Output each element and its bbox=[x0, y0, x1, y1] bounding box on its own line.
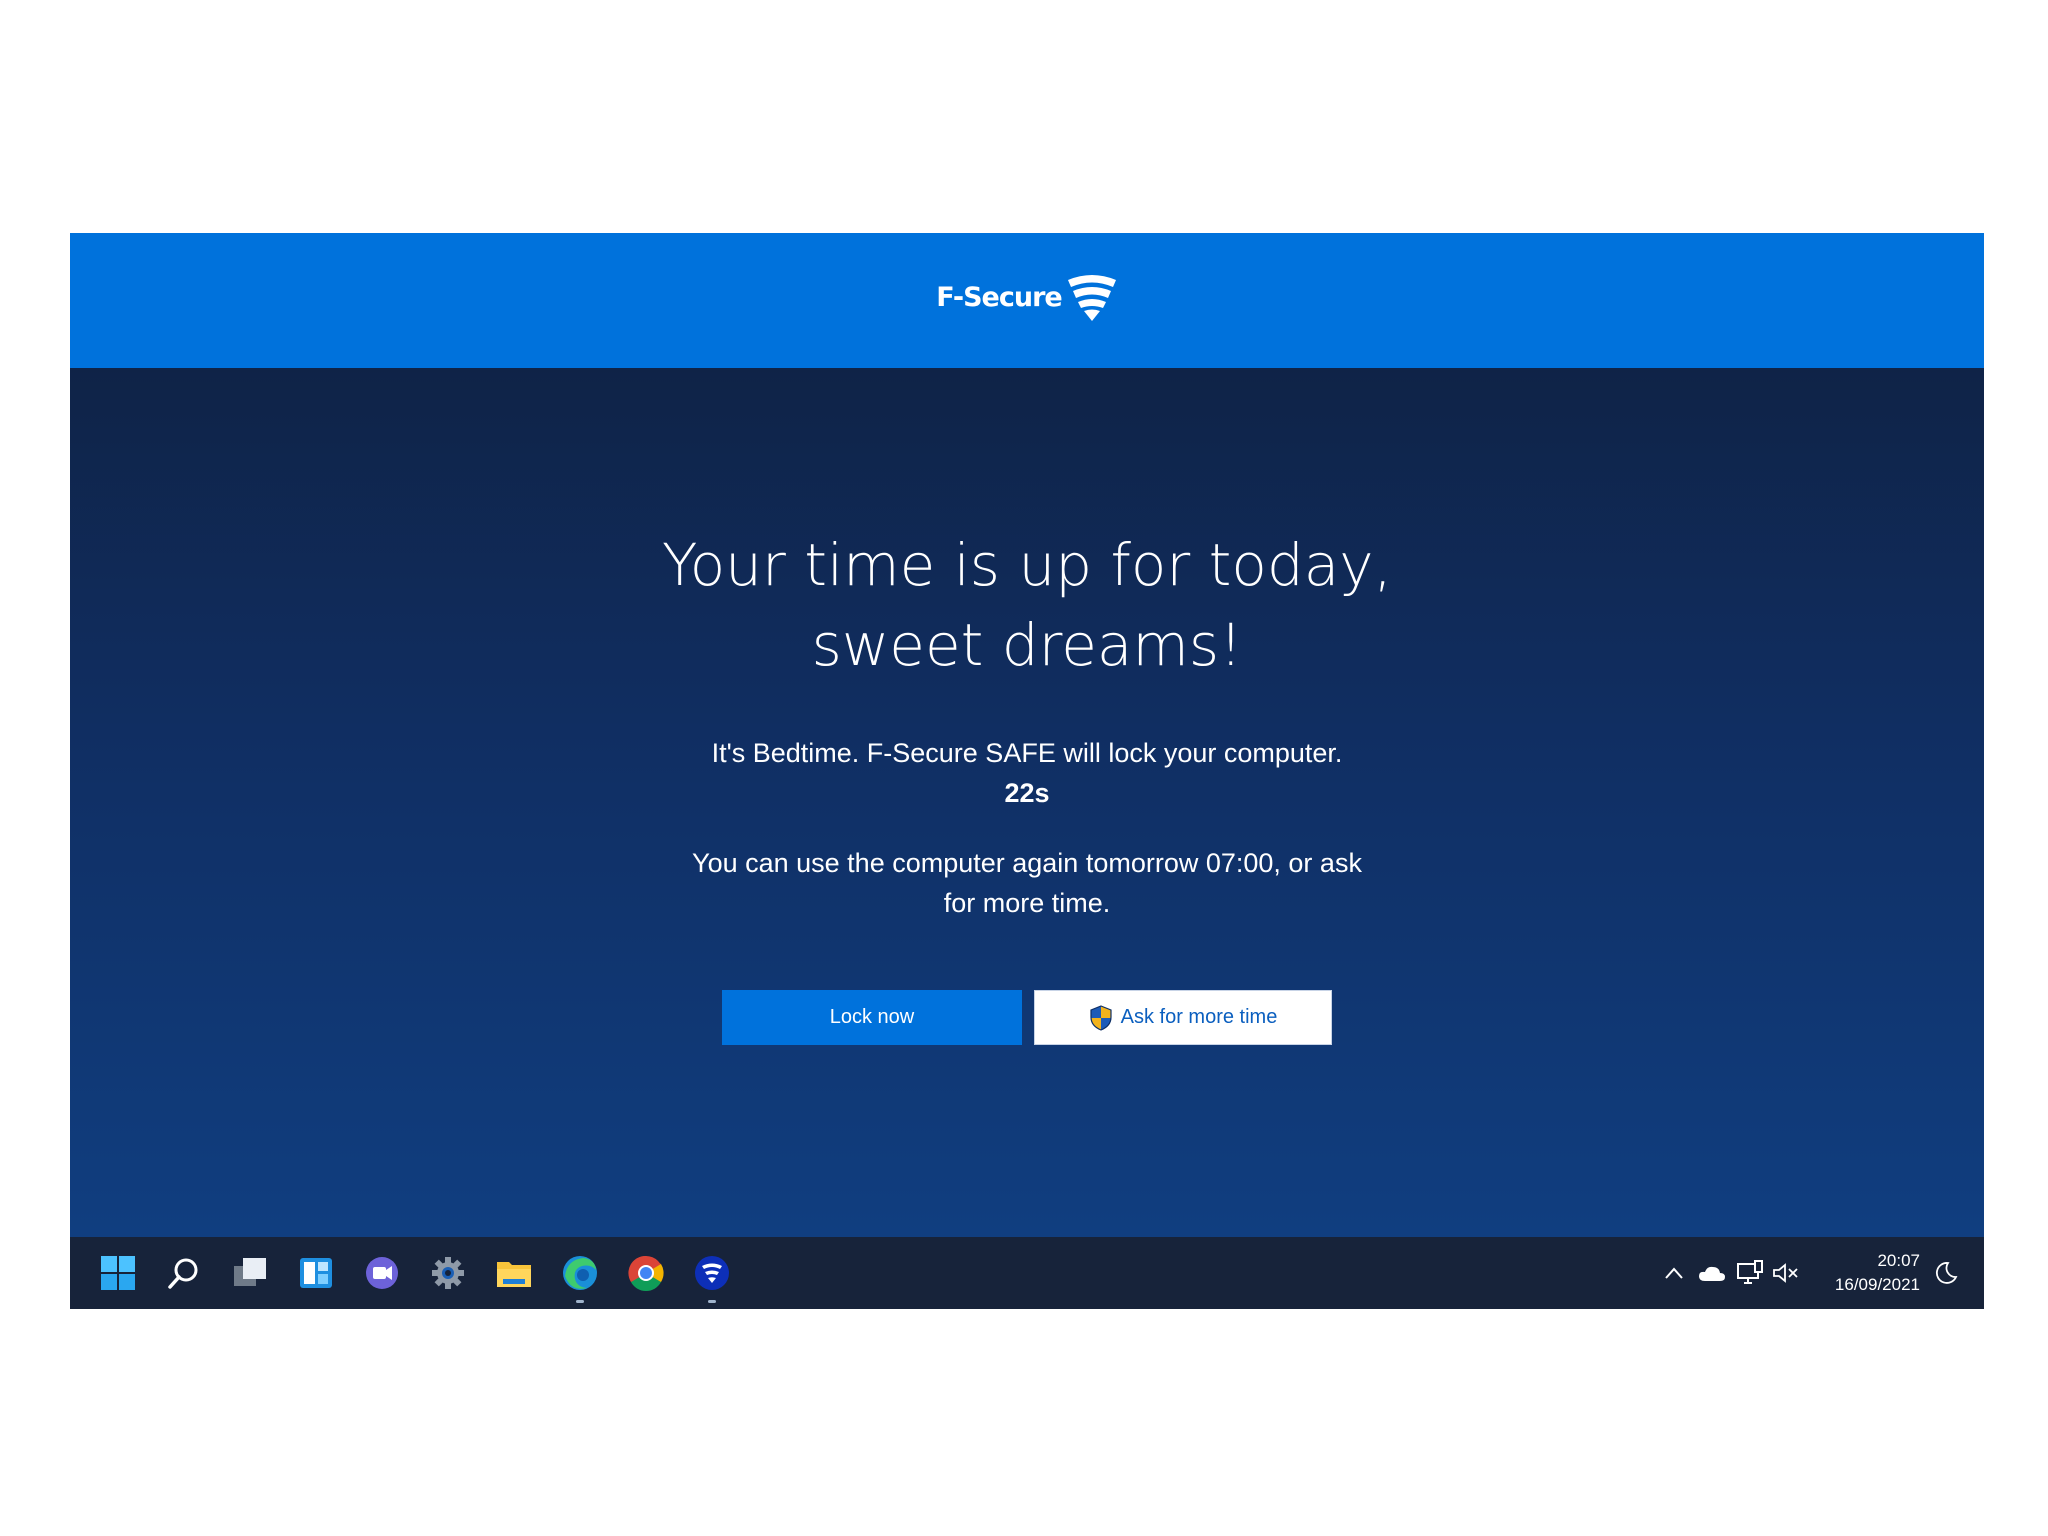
onedrive-button[interactable] bbox=[1698, 1259, 1726, 1287]
taskbar: 20:07 16/09/2021 bbox=[70, 1237, 1984, 1309]
lock-now-button[interactable]: Lock now bbox=[722, 990, 1022, 1045]
clock-date: 16/09/2021 bbox=[1834, 1275, 1920, 1294]
unlock-info-line-1: You can use the computer again tomorrow … bbox=[692, 848, 1362, 878]
focus-moon-icon bbox=[1936, 1262, 1958, 1284]
chevron-up-icon bbox=[1665, 1267, 1683, 1279]
network-icon bbox=[1737, 1260, 1763, 1284]
brand-bar: F-Secure bbox=[70, 233, 1984, 368]
start-button[interactable] bbox=[96, 1251, 140, 1295]
onedrive-cloud-icon bbox=[1699, 1266, 1725, 1281]
edge-button[interactable] bbox=[558, 1251, 602, 1303]
f-secure-taskbar-button[interactable] bbox=[690, 1251, 734, 1303]
network-button[interactable] bbox=[1736, 1259, 1764, 1287]
edge-icon bbox=[563, 1256, 597, 1290]
start-icon bbox=[101, 1256, 135, 1290]
headline-line-2: sweet dreams! bbox=[811, 611, 1243, 679]
show-hidden-icons-button[interactable] bbox=[1660, 1259, 1688, 1287]
volume-button[interactable] bbox=[1772, 1259, 1800, 1287]
taskbar-clock[interactable]: 20:07 16/09/2021 bbox=[1835, 1249, 1920, 1297]
uac-shield-icon bbox=[1090, 1004, 1112, 1031]
clock-time: 20:07 bbox=[1877, 1251, 1920, 1270]
widgets-button[interactable] bbox=[294, 1251, 338, 1295]
f-secure-logo: F-Secure bbox=[936, 274, 1117, 322]
ask-for-more-time-button[interactable]: Ask for more time bbox=[1034, 990, 1332, 1045]
chrome-icon bbox=[628, 1255, 664, 1291]
page-title: Your time is up for today, sweet dreams! bbox=[70, 525, 1984, 685]
screen: F-Secure Your time is up for today, swee… bbox=[70, 233, 1984, 1309]
search-icon bbox=[168, 1258, 198, 1289]
settings-icon bbox=[432, 1257, 464, 1289]
logo-text: F-Secure bbox=[936, 282, 1062, 313]
chrome-button[interactable] bbox=[624, 1251, 668, 1295]
teams-chat-button[interactable] bbox=[360, 1251, 404, 1295]
settings-button[interactable] bbox=[426, 1251, 470, 1295]
file-explorer-icon bbox=[497, 1262, 531, 1287]
task-view-icon bbox=[234, 1258, 266, 1286]
f-secure-running-indicator bbox=[708, 1300, 716, 1303]
f-secure-icon bbox=[695, 1256, 729, 1290]
task-view-button[interactable] bbox=[228, 1251, 272, 1295]
edge-running-indicator bbox=[576, 1300, 584, 1303]
volume-muted-icon bbox=[1773, 1263, 1798, 1283]
bedtime-lock-panel: Your time is up for today, sweet dreams!… bbox=[70, 368, 1984, 1237]
ask-for-more-time-label: Ask for more time bbox=[1120, 1006, 1278, 1028]
unlock-info-line-2: for more time. bbox=[943, 888, 1111, 918]
notification-center-button[interactable] bbox=[1932, 1259, 1960, 1287]
headline-line-1: Your time is up for today, bbox=[661, 531, 1393, 599]
widgets-icon bbox=[300, 1258, 332, 1288]
teams-chat-icon bbox=[366, 1257, 398, 1289]
bedtime-info-text: It's Bedtime. F-Secure SAFE will lock yo… bbox=[711, 738, 1343, 768]
search-button[interactable] bbox=[162, 1251, 206, 1295]
file-explorer-button[interactable] bbox=[492, 1251, 536, 1295]
unlock-info-text: You can use the computer again tomorrow … bbox=[70, 843, 1984, 923]
countdown-timer: 22s bbox=[1004, 778, 1050, 808]
f-secure-wifi-shield-icon bbox=[1067, 274, 1116, 321]
lock-now-label: Lock now bbox=[829, 1006, 915, 1028]
